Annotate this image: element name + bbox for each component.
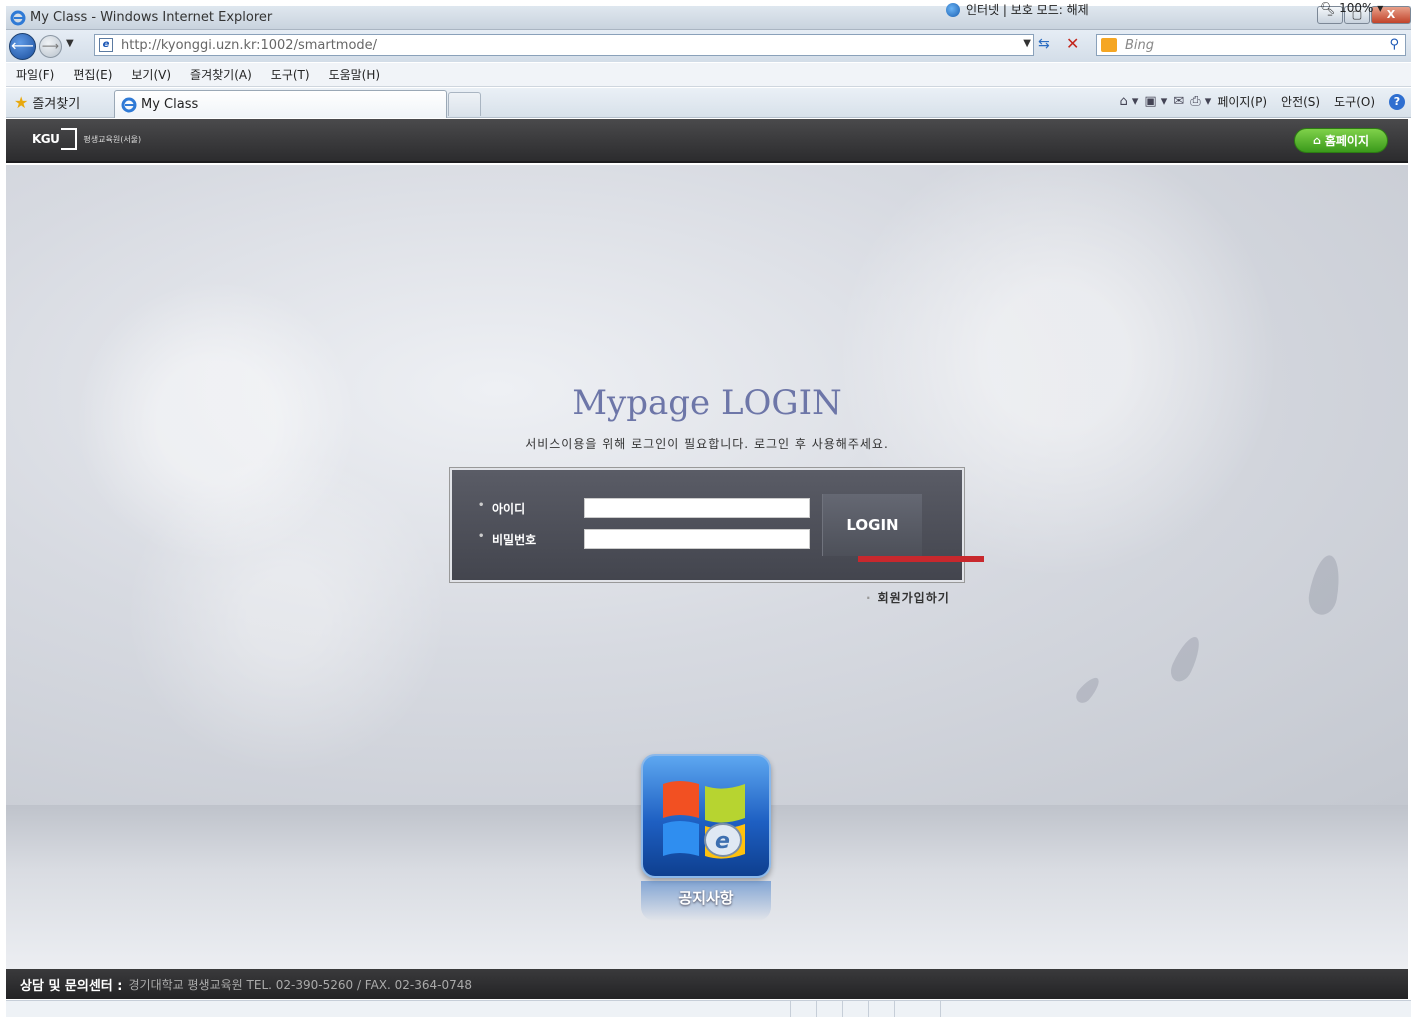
status-divider bbox=[816, 1001, 817, 1017]
menu-page[interactable]: 페이지(P) bbox=[1217, 93, 1267, 110]
red-underline-mark bbox=[858, 556, 984, 562]
password-input[interactable] bbox=[584, 529, 810, 549]
ie-icon bbox=[121, 97, 137, 112]
window-title: My Class - Windows Internet Explorer bbox=[30, 10, 273, 25]
print-icon[interactable]: ⎙ ▾ bbox=[1190, 94, 1211, 109]
menu-edit[interactable]: 편집(E) bbox=[73, 66, 112, 83]
security-zone-label: 인터넷 | 보호 모드: 해제 bbox=[966, 3, 1089, 17]
svg-text:e: e bbox=[715, 829, 730, 854]
back-button[interactable]: ⟵ bbox=[9, 33, 36, 60]
status-divider bbox=[940, 1001, 941, 1017]
menu-view[interactable]: 보기(V) bbox=[131, 66, 171, 83]
footer-contact: 경기대학교 평생교육원 TEL. 02-390-5260 / FAX. 02-3… bbox=[128, 977, 473, 992]
homepage-button[interactable]: ⌂ 홈페이지 bbox=[1294, 128, 1388, 153]
ie-icon bbox=[10, 10, 26, 26]
tab-bar: ★ 즐겨찾기 My Class ⌂ ▾ ▣ ▾ ✉ ⎙ ▾ 페이지(P) 안전(… bbox=[6, 88, 1411, 118]
logo-text: KGU bbox=[32, 132, 60, 146]
page-icon: e bbox=[99, 38, 113, 52]
status-divider bbox=[894, 1001, 895, 1017]
site-footer: 상담 및 문의센터 : 경기대학교 평생교육원 TEL. 02-390-5260… bbox=[6, 969, 1408, 999]
bing-icon bbox=[1101, 38, 1117, 52]
menu-bar: 파일(F) 편집(E) 보기(V) 즐겨찾기(A) 도구(T) 도움말(H) bbox=[6, 63, 1411, 87]
login-subtitle: 서비스이용을 위해 로그인이 필요합니다. 로그인 후 사용해주세요. bbox=[525, 437, 889, 451]
search-icon[interactable]: ⚲ bbox=[1389, 37, 1399, 52]
menu-favorites[interactable]: 즐겨찾기(A) bbox=[190, 66, 252, 83]
site-header: KGU 평생교육원(서울) ⌂ 홈페이지 bbox=[6, 119, 1408, 163]
notice-icon[interactable]: e bbox=[641, 754, 771, 878]
globe-icon bbox=[946, 2, 960, 17]
decorative-leaf bbox=[1166, 633, 1206, 685]
address-dropdown-icon[interactable]: ▼ bbox=[1023, 38, 1031, 49]
menu-safety[interactable]: 안전(S) bbox=[1281, 93, 1320, 110]
password-label: 비밀번호 bbox=[478, 531, 536, 548]
logo-mark bbox=[61, 128, 78, 150]
notice-label[interactable]: 공지사항 bbox=[641, 887, 771, 908]
menu-tools-cmd[interactable]: 도구(O) bbox=[1334, 93, 1375, 110]
menu-help[interactable]: 도움말(H) bbox=[329, 66, 381, 83]
zoom-label: 100% bbox=[1339, 1, 1374, 15]
address-url: http://kyonggi.uzn.kr:1002/smartmode/ bbox=[121, 38, 378, 53]
footer-heading: 상담 및 문의센터 : bbox=[20, 978, 123, 994]
tab-label: My Class bbox=[141, 97, 199, 112]
status-divider bbox=[790, 1001, 791, 1017]
page-viewport: KGU 평생교육원(서울) ⌂ 홈페이지 Mypage LOGIN 서비스이용을… bbox=[6, 119, 1408, 999]
zoom-icon: 🔍︎ bbox=[1320, 1, 1340, 15]
id-input[interactable] bbox=[584, 498, 810, 518]
windows-ie-icon: e bbox=[663, 781, 745, 859]
decorative-leaf bbox=[1306, 553, 1344, 617]
favorites-button[interactable]: ★ 즐겨찾기 bbox=[14, 93, 80, 112]
login-button[interactable]: LOGIN bbox=[822, 494, 922, 556]
status-bar bbox=[6, 1000, 1411, 1017]
tab-my-class[interactable]: My Class bbox=[114, 90, 447, 118]
home-icon[interactable]: ⌂ ▾ bbox=[1119, 94, 1138, 109]
search-placeholder: Bing bbox=[1125, 38, 1155, 53]
status-divider bbox=[842, 1001, 843, 1017]
forward-button[interactable]: ⟶ bbox=[39, 35, 62, 58]
history-dropdown-icon[interactable]: ▼ bbox=[66, 38, 74, 49]
menu-tools[interactable]: 도구(T) bbox=[271, 66, 310, 83]
feeds-icon[interactable]: ▣ ▾ bbox=[1144, 94, 1167, 109]
security-zone[interactable]: 인터넷 | 보호 모드: 해제 bbox=[946, 1, 1089, 18]
help-icon[interactable]: ? bbox=[1389, 93, 1405, 110]
address-bar: ⟵ ⟶ ▼ e http://kyonggi.uzn.kr:1002/smart… bbox=[6, 30, 1411, 62]
star-icon: ★ bbox=[14, 93, 29, 112]
id-label: 아이디 bbox=[478, 500, 525, 517]
homepage-label: 홈페이지 bbox=[1324, 134, 1370, 148]
stop-icon[interactable]: ✕ bbox=[1066, 34, 1079, 53]
login-title: Mypage LOGIN bbox=[572, 383, 842, 423]
menu-file[interactable]: 파일(F) bbox=[16, 66, 54, 83]
address-input[interactable]: e http://kyonggi.uzn.kr:1002/smartmode/ … bbox=[94, 34, 1034, 56]
house-icon: ⌂ bbox=[1312, 134, 1321, 147]
login-background: Mypage LOGIN 서비스이용을 위해 로그인이 필요합니다. 로그인 후… bbox=[6, 165, 1408, 805]
mail-icon[interactable]: ✉ bbox=[1173, 94, 1184, 109]
refresh-icon[interactable]: ⇆ bbox=[1038, 36, 1050, 52]
site-logo[interactable]: KGU 평생교육원(서울) bbox=[32, 128, 141, 150]
signup-link[interactable]: 회원가입하기 bbox=[866, 589, 950, 606]
zoom-level[interactable]: 🔍︎ 100% ▾ bbox=[1320, 1, 1383, 15]
decorative-leaf bbox=[1072, 674, 1104, 706]
status-divider bbox=[868, 1001, 869, 1017]
login-form: 아이디 비밀번호 LOGIN bbox=[450, 468, 964, 582]
new-tab-button[interactable] bbox=[448, 92, 481, 116]
command-bar: ⌂ ▾ ▣ ▾ ✉ ⎙ ▾ 페이지(P) 안전(S) 도구(O) ? bbox=[1119, 93, 1405, 110]
logo-subtitle: 평생교육원(서울) bbox=[83, 134, 142, 144]
window-title-bar: My Class - Windows Internet Explorer – ▢… bbox=[6, 6, 1411, 30]
search-input[interactable]: Bing ⚲ bbox=[1096, 34, 1406, 56]
favorites-label: 즐겨찾기 bbox=[32, 97, 81, 112]
